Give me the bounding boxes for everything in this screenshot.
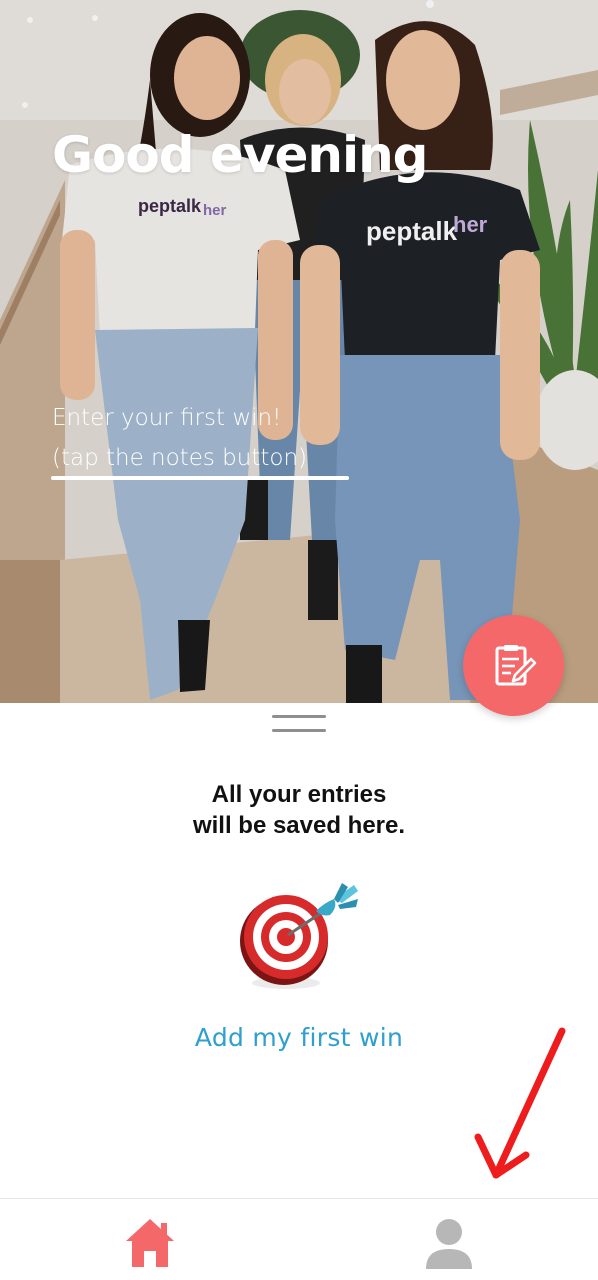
hero-image: peptalk her peptalk her bbox=[0, 0, 598, 703]
sheet-drag-handle[interactable] bbox=[272, 715, 326, 733]
profile-icon bbox=[426, 1219, 472, 1269]
nav-home-button[interactable] bbox=[122, 1215, 178, 1271]
hero-photo: peptalk her peptalk her Good evening Ent… bbox=[0, 0, 598, 703]
red-arrow-icon bbox=[474, 1027, 566, 1179]
hint-line-2: (tap the notes button) bbox=[52, 445, 307, 471]
hint-underline bbox=[51, 476, 349, 480]
empty-title-line-2: will be saved here. bbox=[192, 812, 406, 839]
hint-line-1: Enter your first win! bbox=[52, 405, 282, 431]
target-dart-icon bbox=[240, 883, 358, 989]
empty-state-title: All your entries will be saved here. bbox=[0, 779, 598, 841]
empty-title-line-1: All your entries bbox=[211, 781, 387, 808]
notes-icon bbox=[495, 644, 536, 685]
first-win-hint[interactable]: Enter your first win! (tap the notes but… bbox=[52, 398, 352, 478]
greeting-title: Good evening bbox=[52, 126, 428, 184]
nav-profile-button[interactable] bbox=[421, 1215, 477, 1271]
bottom-navigation bbox=[0, 1198, 598, 1280]
notes-button[interactable] bbox=[463, 615, 564, 716]
home-icon bbox=[126, 1219, 174, 1267]
